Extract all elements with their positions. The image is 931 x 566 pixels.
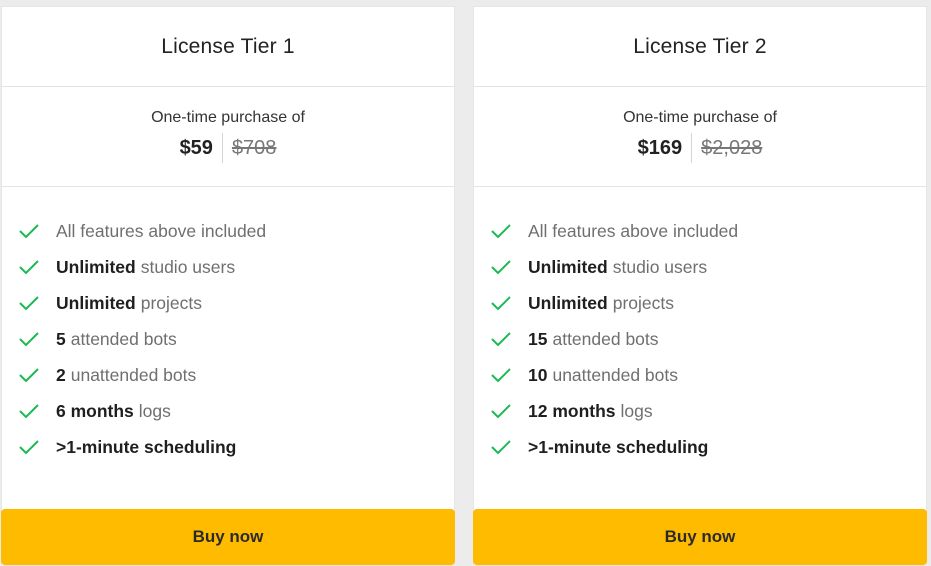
card-header: License Tier 1 [2,7,454,87]
feature-text: logs [620,400,653,421]
feature-highlight: >1-minute scheduling [56,436,237,457]
check-icon [18,222,40,240]
feature-list: All features above included Unlimited st… [474,187,926,465]
feature-item: 15 attended bots [490,321,926,357]
feature-text: All features above included [528,220,739,241]
feature-item: All features above included [18,213,454,249]
feature-highlight: 15 [528,328,548,349]
feature-item: 10 unattended bots [490,357,926,393]
feature-text: attended bots [70,328,177,349]
price-caption: One-time purchase of [151,109,305,126]
feature-item: 2 unattended bots [18,357,454,393]
tier-title: License Tier 1 [161,34,295,58]
feature-text: unattended bots [70,364,197,385]
check-icon [18,330,40,348]
feature-item: 6 months logs [18,393,454,429]
feature-text: studio users [612,256,708,277]
check-icon [18,402,40,420]
pricing-section: License Tier 1 One-time purchase of $59 … [0,0,931,566]
feature-item: Unlimited studio users [18,249,454,285]
price-row: $59 $708 [180,133,277,163]
check-icon [18,438,40,456]
feature-item: >1-minute scheduling [18,429,454,465]
price-box: One-time purchase of $59 $708 [2,87,454,187]
feature-highlight: Unlimited [528,256,608,277]
price-box: One-time purchase of $169 $2,028 [474,87,926,187]
feature-highlight: 12 months [528,400,616,421]
check-icon [490,222,512,240]
feature-highlight: 6 months [56,400,134,421]
feature-text: projects [612,292,675,313]
feature-highlight: Unlimited [528,292,608,313]
tier-title: License Tier 2 [633,34,767,58]
feature-item: >1-minute scheduling [490,429,926,465]
feature-highlight: >1-minute scheduling [528,436,709,457]
feature-item: 12 months logs [490,393,926,429]
price-row: $169 $2,028 [638,133,763,163]
feature-highlight: 2 [56,364,66,385]
original-price: $2,028 [701,137,763,159]
feature-text: studio users [140,256,236,277]
check-icon [490,366,512,384]
check-icon [490,330,512,348]
feature-text: projects [140,292,203,313]
feature-text: unattended bots [552,364,678,385]
card-header: License Tier 2 [474,7,926,87]
feature-list: All features above included Unlimited st… [2,187,454,465]
pricing-card-tier-2: License Tier 2 One-time purchase of $169… [473,6,927,566]
feature-item: Unlimited studio users [490,249,926,285]
check-icon [490,294,512,312]
feature-item: Unlimited projects [18,285,454,321]
current-price: $169 [638,133,693,163]
feature-item: Unlimited projects [490,285,926,321]
feature-highlight: Unlimited [56,256,136,277]
buy-now-button[interactable]: Buy now [473,509,927,565]
pricing-card-tier-1: License Tier 1 One-time purchase of $59 … [1,6,455,566]
buy-now-button[interactable]: Buy now [1,509,455,565]
card-gutter [456,6,472,566]
check-icon [490,438,512,456]
feature-item: All features above included [490,213,926,249]
feature-text: All features above included [56,220,267,241]
check-icon [490,402,512,420]
feature-text: logs [138,400,171,421]
feature-highlight: 10 [528,364,548,385]
check-icon [18,258,40,276]
original-price: $708 [231,137,277,159]
feature-item: 5 attended bots [18,321,454,357]
feature-highlight: 5 [56,328,66,349]
price-caption: One-time purchase of [623,109,777,126]
check-icon [490,258,512,276]
feature-highlight: Unlimited [56,292,136,313]
check-icon [18,294,40,312]
current-price: $59 [180,133,223,163]
check-icon [18,366,40,384]
feature-text: attended bots [552,328,659,349]
